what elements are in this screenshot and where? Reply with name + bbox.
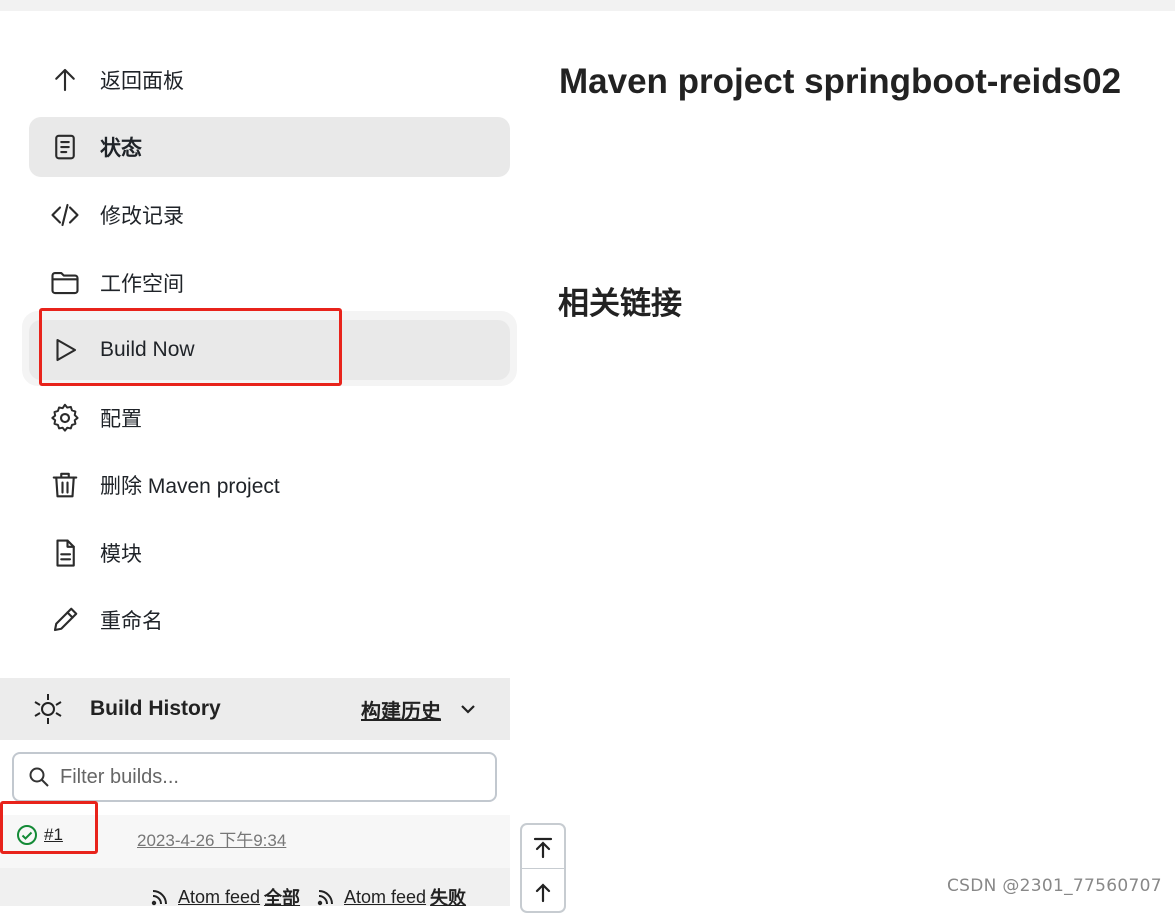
sidebar-item-modules[interactable]: 模块 <box>29 523 510 583</box>
build-time-link[interactable]: 2023-4-26 下午9:34 <box>137 826 286 851</box>
filter-builds-input[interactable] <box>58 764 482 790</box>
related-links-heading: 相关链接 <box>558 286 682 321</box>
scroll-up-button[interactable] <box>522 871 564 913</box>
folder-icon <box>49 267 81 299</box>
sidebar-item-rename[interactable]: 重命名 <box>29 590 510 650</box>
atom-feed-prefix: Atom feed <box>178 886 261 907</box>
sidebar-item-changes[interactable]: 修改记录 <box>29 185 510 245</box>
arrow-to-top-icon <box>533 837 553 859</box>
search-icon <box>29 767 49 787</box>
gear-icon <box>49 402 81 434</box>
document-icon <box>49 131 81 163</box>
file-icon <box>49 537 81 569</box>
trash-icon <box>49 469 81 501</box>
filter-builds-field[interactable] <box>12 752 497 802</box>
divider <box>522 868 564 869</box>
sidebar-item-label: 状态 <box>100 137 142 160</box>
sidebar-item-back-to-dashboard[interactable]: 返回面板 <box>29 50 510 110</box>
sidebar-item-label: 模块 <box>100 543 142 566</box>
atom-feed-all-link[interactable]: Atom feed 全部 <box>150 884 300 910</box>
page-title: Maven project springboot-reids02 <box>559 62 1122 101</box>
sidebar-item-label: 重命名 <box>100 610 163 633</box>
arrow-up-icon <box>535 883 551 903</box>
sidebar-item-label: 工作空间 <box>100 273 184 296</box>
build-history-trend-link[interactable]: 构建历史 <box>361 695 441 724</box>
scroll-to-top-button[interactable] <box>522 827 564 869</box>
highlight-box-build-1 <box>0 801 98 854</box>
build-history-icon <box>31 692 65 726</box>
sidebar-item-delete-project[interactable]: 删除 Maven project <box>29 455 510 515</box>
build-history-title: Build History <box>90 697 221 720</box>
highlight-box-build-now <box>39 308 342 386</box>
feed-row: Atom feed 全部 Atom feed 失败 <box>0 868 510 908</box>
sidebar-item-label: 返回面板 <box>100 70 184 93</box>
atom-feed-label: 全部 <box>264 888 301 908</box>
scroll-controls <box>520 823 566 913</box>
sidebar-item-label: 配置 <box>100 408 142 431</box>
top-bar <box>0 0 1175 11</box>
chevron-down-icon[interactable] <box>457 698 479 720</box>
pencil-icon <box>49 604 81 636</box>
arrow-up-icon <box>49 64 81 96</box>
rss-icon <box>317 890 333 906</box>
watermark: CSDN @2301_77560707 <box>947 876 1162 896</box>
sidebar-item-workspace[interactable]: 工作空间 <box>29 253 510 313</box>
sidebar-item-label: 删除 Maven project <box>100 475 280 498</box>
sidebar-item-configure[interactable]: 配置 <box>29 388 510 448</box>
rss-icon <box>151 890 167 906</box>
atom-feed-label: 失败 <box>430 888 467 908</box>
code-icon <box>49 199 81 231</box>
sidebar-item-label: 修改记录 <box>100 205 184 228</box>
build-history-header: Build History 构建历史 <box>0 678 510 740</box>
atom-feed-failed-link[interactable]: Atom feed 失败 <box>316 884 466 910</box>
atom-feed-prefix: Atom feed <box>344 886 427 907</box>
sidebar-item-status[interactable]: 状态 <box>29 117 510 177</box>
